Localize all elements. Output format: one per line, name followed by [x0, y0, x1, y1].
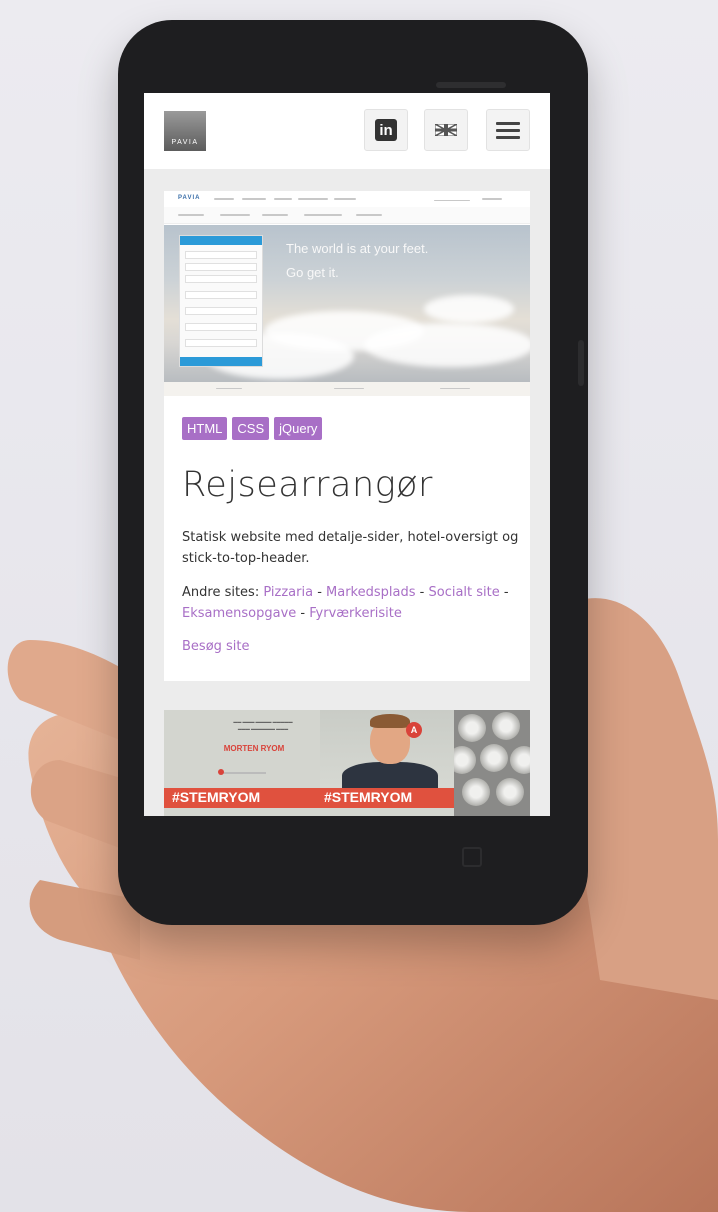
- campaign-banner: ▬▬ ▬▬▬ ▬▬▬▬ ▬▬▬▬▬ ▬▬▬ ▬▬▬▬▬▬ ▬▬▬ MORTEN R…: [164, 710, 454, 816]
- preview-subnav: [164, 207, 530, 224]
- project-description: Statisk website med detalje-sider, hotel…: [182, 530, 519, 566]
- link-socialt-site[interactable]: Socialt site: [428, 585, 499, 600]
- tag-css: CSS: [232, 417, 270, 440]
- preview-brand: PAVIA: [178, 195, 201, 201]
- hashtag-right: #STEMRYOM: [324, 789, 413, 805]
- banner-small-text: ▬▬ ▬▬▬ ▬▬▬▬ ▬▬▬▬▬ ▬▬▬ ▬▬▬▬▬▬ ▬▬▬: [233, 719, 293, 731]
- home-button-icon: [462, 847, 482, 867]
- next-project-card[interactable]: ▬▬ ▬▬▬ ▬▬▬▬ ▬▬▬▬▬ ▬▬▬ ▬▬▬▬▬▬ ▬▬▬ MORTEN R…: [164, 710, 530, 816]
- other-sites: Andre sites: Pizzaria - Markedsplads - S…: [182, 585, 509, 621]
- visit-site-link[interactable]: Besøg site: [182, 639, 250, 654]
- site-header: PAVIA in: [144, 93, 550, 169]
- candidate-name: MORTEN RYOM: [223, 744, 285, 753]
- rolls-photo: [454, 710, 530, 816]
- project-screenshot[interactable]: PAVIA The world is at your feet. Go get …: [164, 191, 530, 396]
- candidate-photo: [320, 710, 454, 796]
- project-card: PAVIA The world is at your feet. Go get …: [164, 191, 530, 681]
- project-title: Rejsearrangør: [182, 465, 433, 505]
- link-pizzaria[interactable]: Pizzaria: [263, 585, 313, 600]
- linkedin-button[interactable]: in: [364, 109, 408, 151]
- tech-tags: HTML CSS jQuery: [182, 417, 323, 440]
- language-button[interactable]: [424, 109, 468, 151]
- preview-hero-text: The world is at your feet. Go get it.: [286, 241, 429, 280]
- link-eksamensopgave[interactable]: Eksamensopgave: [182, 606, 296, 621]
- hashtag-left: #STEMRYOM: [172, 789, 261, 805]
- other-sites-label: Andre sites:: [182, 585, 260, 600]
- preview-booking-widget: [179, 235, 263, 367]
- uk-flag-icon: [435, 124, 457, 136]
- party-badge: A: [406, 722, 422, 738]
- tag-html: HTML: [182, 417, 228, 440]
- hamburger-menu-icon: [496, 118, 520, 143]
- link-markedsplads[interactable]: Markedsplads: [326, 585, 415, 600]
- phone-screen: PAVIA in PAVIA The world is at your feet…: [144, 93, 550, 816]
- slider-dot: [218, 769, 224, 775]
- preview-hero: The world is at your feet. Go get it.: [164, 225, 530, 382]
- menu-button[interactable]: [486, 109, 530, 151]
- logo[interactable]: PAVIA: [164, 111, 206, 151]
- side-button: [578, 340, 584, 386]
- speaker-grille: [436, 82, 506, 88]
- link-fyrvaerkerisite[interactable]: Fyrværkerisite: [309, 606, 402, 621]
- linkedin-icon: in: [375, 119, 397, 141]
- tag-jquery: jQuery: [274, 417, 323, 440]
- preview-nav: PAVIA: [164, 191, 530, 208]
- preview-footer: [164, 382, 530, 396]
